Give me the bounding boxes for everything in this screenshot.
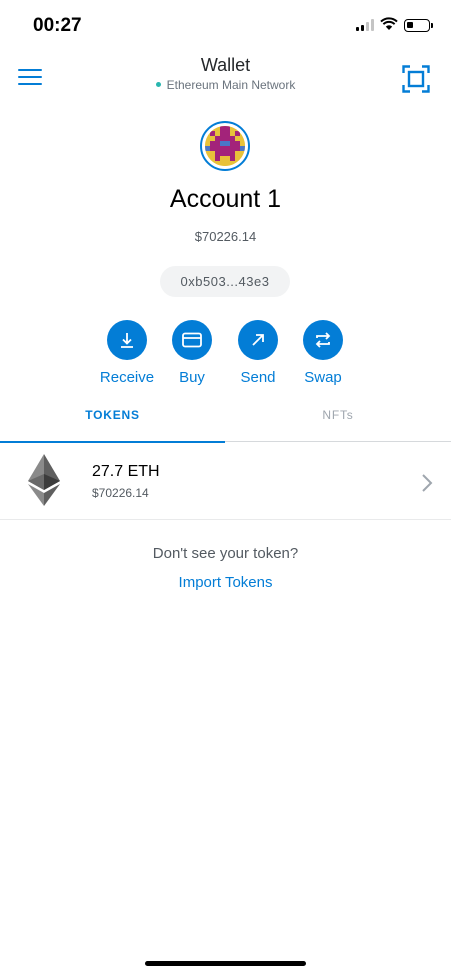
asset-tabs: TOKENS NFTs [0,396,451,443]
no-token-prompt: Don't see your token? [152,545,299,562]
buy-button[interactable]: Buy [157,320,227,386]
send-button[interactable]: Send [223,320,293,386]
receive-button[interactable]: Receive [92,320,162,386]
token-fiat-value: $70226.14 [92,486,149,500]
account-address-button[interactable]: 0xb503...43e3 [160,266,290,297]
chevron-right-icon [422,474,433,492]
send-label: Send [240,369,276,386]
qr-scan-icon[interactable] [402,65,430,93]
send-arrow-icon [238,320,278,360]
swap-arrows-icon [303,320,343,360]
wifi-icon [380,17,398,30]
account-name[interactable]: Account 1 [0,185,451,214]
account-avatar[interactable] [200,121,250,171]
status-bar: 00:27 [0,0,451,50]
buy-label: Buy [179,369,205,386]
battery-icon [404,19,433,32]
status-time: 00:27 [33,15,82,36]
network-name: Ethereum Main Network [166,78,296,92]
network-selector[interactable]: Ethereum Main Network [0,78,451,92]
identicon-icon [205,126,245,166]
swap-button[interactable]: Swap [288,320,358,386]
receive-arrow-icon [107,320,147,360]
tab-tokens[interactable]: TOKENS [0,396,225,443]
home-indicator[interactable] [145,961,306,966]
import-tokens-link[interactable]: Import Tokens [0,574,451,591]
account-balance: $70226.14 [194,229,257,244]
header: Wallet Ethereum Main Network [0,50,451,106]
page-title: Wallet [200,55,251,75]
cellular-signal-icon [356,19,376,31]
token-row-eth[interactable]: 27.7 ETH $70226.14 [0,443,451,520]
card-icon [172,320,212,360]
swap-label: Swap [304,369,342,386]
token-amount: 27.7 ETH [92,463,160,480]
network-status-dot [155,82,161,88]
ethereum-logo-icon [28,454,60,506]
tab-nfts[interactable]: NFTs [225,396,451,442]
receive-label: Receive [99,369,155,386]
